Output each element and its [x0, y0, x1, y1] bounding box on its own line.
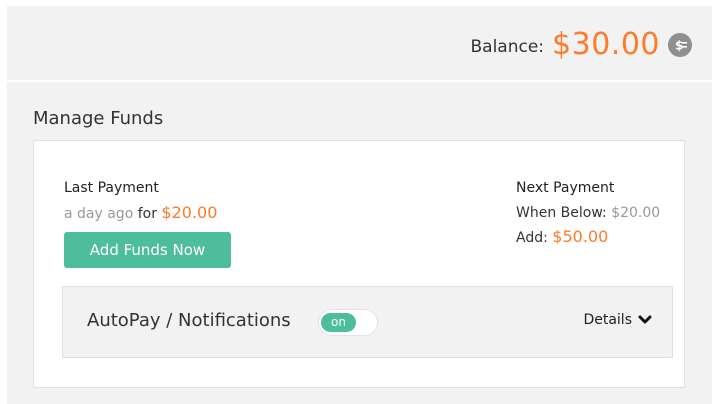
when-below-label: When Below:	[516, 205, 607, 221]
header-divider	[7, 80, 712, 82]
next-payment-threshold: When Below: $20.00	[516, 203, 680, 223]
balance-row: Balance: $30.00 $	[470, 24, 692, 64]
next-payment-add: Add: $50.00	[516, 227, 680, 248]
funds-panel: Balance: $30.00 $ Manage Funds Last Paym…	[7, 6, 712, 404]
autopay-toggle[interactable]: on	[318, 309, 378, 336]
balance-label: Balance:	[470, 37, 545, 57]
add-label: Add:	[516, 230, 548, 246]
manage-funds-card: Last Payment a day ago for $20.00 Add Fu…	[33, 140, 685, 388]
svg-text:$: $	[675, 39, 683, 53]
add-value: $50.00	[552, 227, 609, 246]
autopay-section: AutoPay / Notifications on Details	[62, 286, 673, 358]
next-payment-block: Next Payment When Below: $20.00 Add: $50…	[516, 179, 680, 248]
when-below-value: $20.00	[611, 205, 661, 221]
last-payment-block: Last Payment a day ago for $20.00 Add Fu…	[64, 179, 231, 268]
last-payment-title: Last Payment	[64, 180, 159, 196]
next-payment-title: Next Payment	[516, 180, 615, 196]
last-payment-connector: for	[137, 206, 157, 222]
last-payment-when: a day ago	[64, 206, 134, 222]
last-payment-amount: $20.00	[161, 203, 218, 222]
manage-funds-title: Manage Funds	[33, 108, 164, 129]
coin-dollar-icon[interactable]: $	[668, 33, 692, 57]
details-label: Details	[583, 312, 632, 328]
balance-amount: $30.00	[552, 26, 660, 62]
chevron-down-icon	[638, 315, 652, 325]
add-funds-button[interactable]: Add Funds Now	[64, 232, 231, 268]
autopay-label: AutoPay / Notifications	[87, 310, 291, 331]
autopay-toggle-state: on	[321, 313, 356, 332]
last-payment-details: a day ago for $20.00	[64, 203, 231, 224]
details-button[interactable]: Details	[583, 312, 652, 328]
